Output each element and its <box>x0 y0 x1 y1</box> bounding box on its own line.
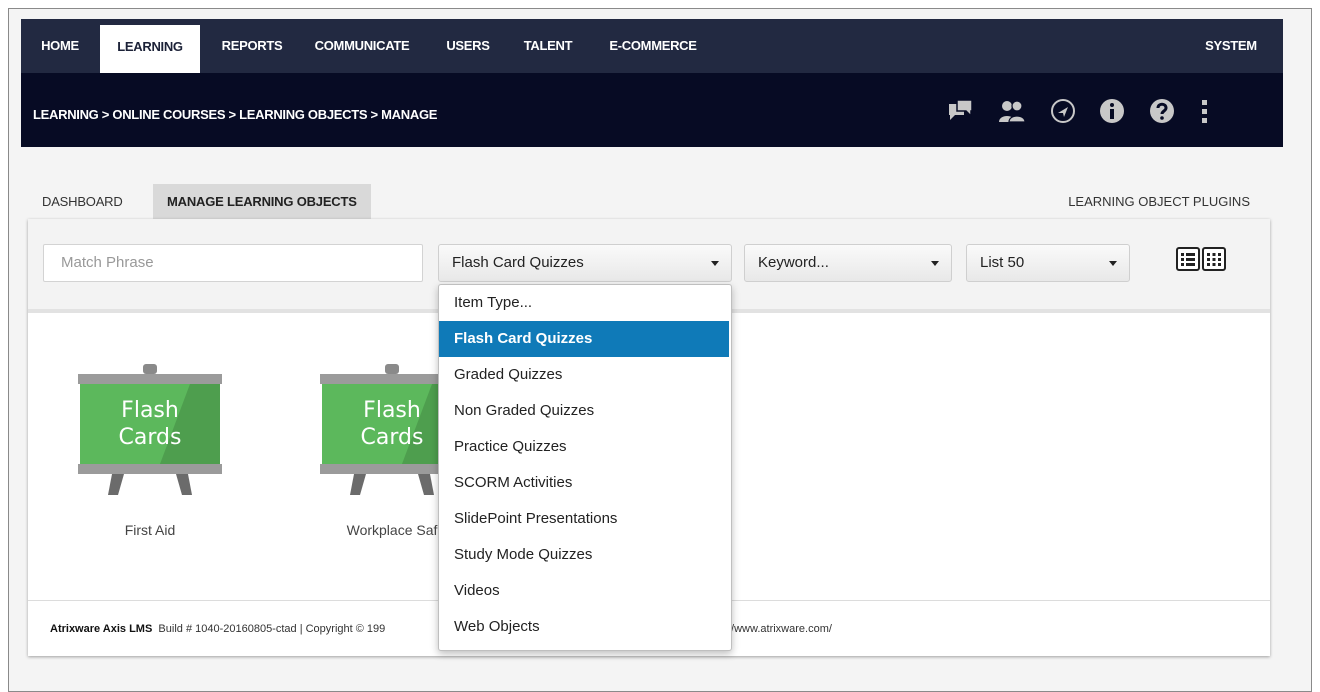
header-bar: LEARNING > ONLINE COURSES > LEARNING OBJ… <box>21 73 1283 147</box>
nav-home[interactable]: HOME <box>34 19 86 73</box>
board-line2: Cards <box>361 425 424 450</box>
list-size-select[interactable]: List 50 <box>966 244 1130 282</box>
tab-manage-learning-objects[interactable]: MANAGE LEARNING OBJECTS <box>153 184 371 220</box>
nav-ecommerce[interactable]: E-COMMERCE <box>597 19 709 73</box>
learning-object-plugins-link[interactable]: LEARNING OBJECT PLUGINS <box>1068 184 1250 220</box>
help-icon[interactable] <box>1148 97 1176 125</box>
list-view-icon[interactable] <box>1176 247 1200 271</box>
footer-url[interactable]: //www.atrixware.com/ <box>728 601 832 657</box>
dropdown-option-flash-card-quizzes[interactable]: Flash Card Quizzes <box>439 321 729 357</box>
navigation-icon[interactable] <box>1049 97 1077 125</box>
flash-cards-easel-icon: Flash Cards <box>78 364 222 495</box>
dropdown-option-practice-quizzes[interactable]: Practice Quizzes <box>439 429 729 465</box>
learning-object-card[interactable]: Flash Cards First Aid <box>50 362 250 538</box>
search-input[interactable]: Match Phrase <box>43 244 423 282</box>
nav-talent[interactable]: TALENT <box>511 19 585 73</box>
nav-system[interactable]: SYSTEM <box>1196 19 1266 73</box>
chevron-down-icon <box>711 261 719 266</box>
dropdown-option-graded-quizzes[interactable]: Graded Quizzes <box>439 357 729 393</box>
item-type-dropdown-menu: Item Type... Flash Card Quizzes Graded Q… <box>438 284 732 651</box>
dropdown-option-non-graded-quizzes[interactable]: Non Graded Quizzes <box>439 393 729 429</box>
nav-communicate[interactable]: COMMUNICATE <box>302 19 422 73</box>
keyword-select[interactable]: Keyword... <box>744 244 952 282</box>
dropdown-option-study-mode-quizzes[interactable]: Study Mode Quizzes <box>439 537 729 573</box>
nav-reports[interactable]: REPORTS <box>217 19 287 73</box>
dropdown-option-scorm-activities[interactable]: SCORM Activities <box>439 465 729 501</box>
tab-bar: DASHBOARD MANAGE LEARNING OBJECTS LEARNI… <box>21 147 1283 220</box>
keyword-value: Keyword... <box>758 254 829 271</box>
footer-brand: Atrixware Axis LMS <box>50 623 153 635</box>
chat-icon[interactable] <box>946 97 974 125</box>
grid-view-icon[interactable] <box>1202 247 1226 271</box>
breadcrumb: LEARNING > ONLINE COURSES > LEARNING OBJ… <box>33 107 438 122</box>
info-icon[interactable] <box>1098 97 1126 125</box>
item-type-select[interactable]: Flash Card Quizzes <box>438 244 732 282</box>
board-line2: Cards <box>119 425 182 450</box>
dropdown-option-slidepoint-presentations[interactable]: SlidePoint Presentations <box>439 501 729 537</box>
top-nav: HOME LEARNING REPORTS COMMUNICATE USERS … <box>21 19 1283 73</box>
card-title: First Aid <box>124 522 176 538</box>
chevron-down-icon <box>1109 261 1117 266</box>
board-line1: Flash <box>121 398 179 423</box>
nav-users[interactable]: USERS <box>439 19 497 73</box>
tab-dashboard[interactable]: DASHBOARD <box>42 184 123 220</box>
dropdown-option-web-objects[interactable]: Web Objects <box>439 609 729 645</box>
board-line1: Flash <box>363 398 421 423</box>
dropdown-option-videos[interactable]: Videos <box>439 573 729 609</box>
footer-build: Build # 1040-20160805-ctad | Copyright ©… <box>158 623 386 635</box>
nav-learning[interactable]: LEARNING <box>100 25 200 73</box>
list-size-value: List 50 <box>980 254 1025 271</box>
users-icon[interactable] <box>998 97 1026 125</box>
more-vertical-icon[interactable] <box>1197 97 1213 125</box>
item-type-value: Flash Card Quizzes <box>452 254 584 271</box>
dropdown-option-item-type[interactable]: Item Type... <box>439 285 729 321</box>
chevron-down-icon <box>931 261 939 266</box>
